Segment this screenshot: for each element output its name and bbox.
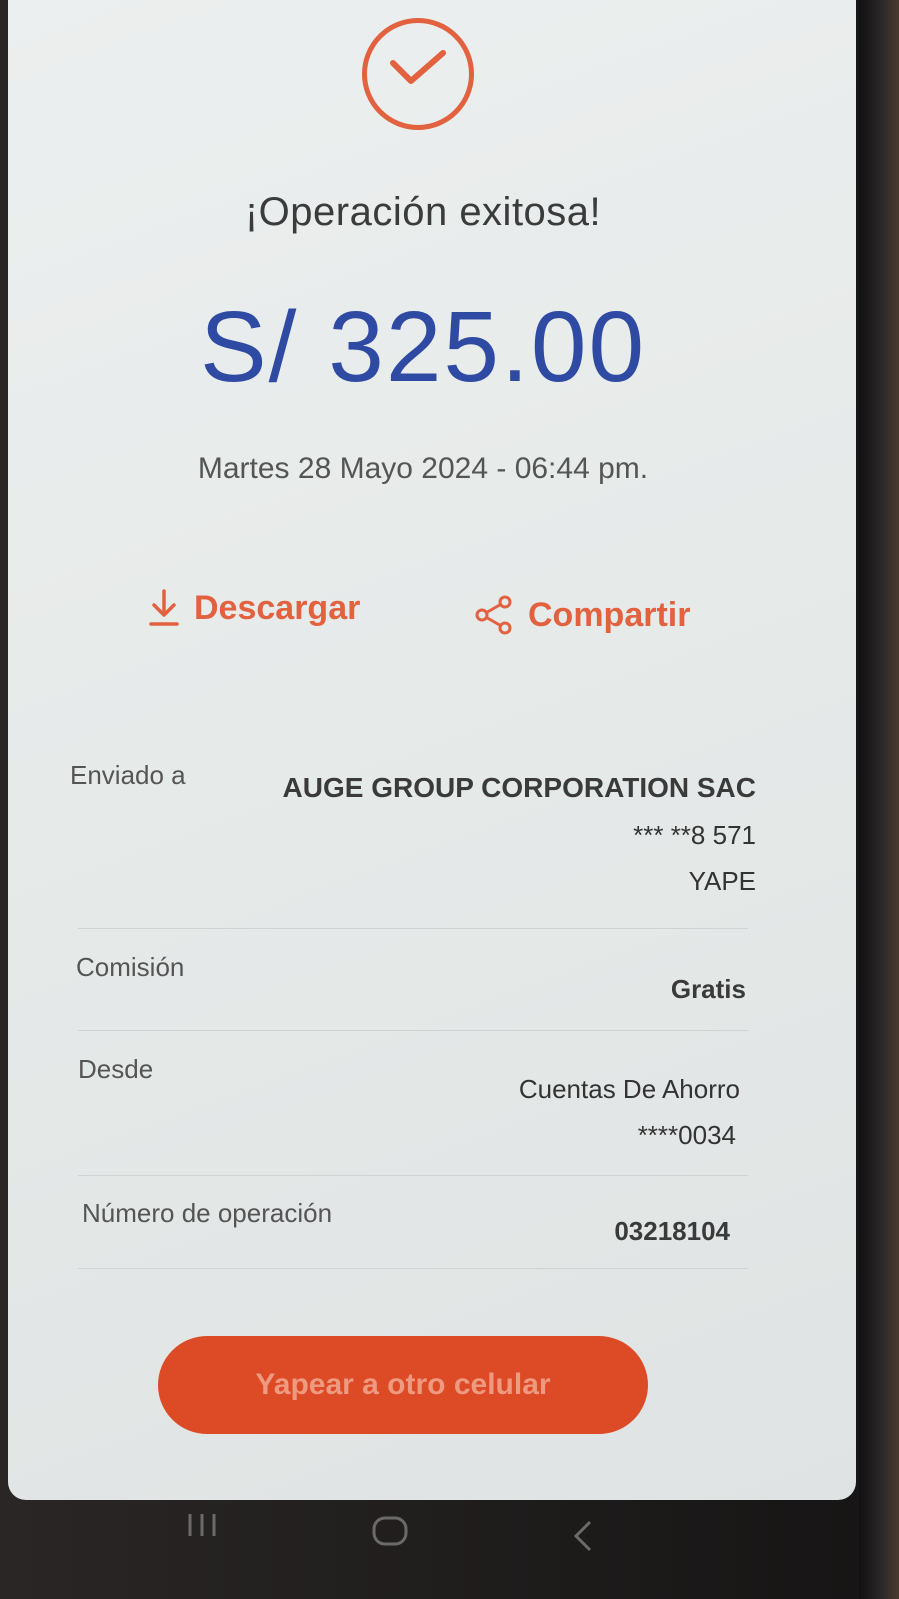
home-icon[interactable] — [370, 1514, 410, 1555]
commission-label: Comisión — [76, 952, 185, 982]
commission-value: Gratis — [670, 974, 746, 1004]
recents-icon[interactable] — [182, 1508, 222, 1549]
operation-number-label: Número de operación — [82, 1198, 333, 1228]
divider — [78, 1175, 748, 1176]
share-icon — [474, 595, 514, 635]
check-circle-icon — [362, 18, 474, 130]
divider — [78, 1030, 748, 1031]
from-label: Desde — [78, 1054, 154, 1084]
sent-to-label: Enviado a — [70, 760, 186, 790]
recipient-phone: *** **8 571 — [633, 820, 756, 850]
page-title: ¡Operación exitosa! — [244, 190, 602, 234]
download-icon — [148, 588, 180, 628]
download-label: Descargar — [194, 588, 361, 627]
share-label: Compartir — [528, 595, 691, 634]
from-account: Cuentas De Ahorro — [518, 1074, 740, 1104]
android-nav-bar — [0, 1500, 899, 1599]
back-icon[interactable] — [568, 1518, 598, 1559]
from-account-number: ****0034 — [637, 1120, 736, 1150]
yapear-again-button[interactable]: Yapear a otro celular — [158, 1336, 648, 1434]
download-button[interactable]: Descargar — [148, 588, 360, 628]
share-button[interactable]: Compartir — [474, 595, 690, 635]
recipient-name: AUGE GROUP CORPORATION SAC — [282, 772, 756, 803]
phone-bezel — [859, 0, 899, 1599]
transfer-datetime: Martes 28 Mayo 2024 - 06:44 pm. — [197, 452, 649, 485]
divider — [78, 928, 748, 929]
recipient-method: YAPE — [688, 866, 756, 896]
divider — [78, 1268, 748, 1269]
transfer-amount: S/ 325.00 — [199, 291, 647, 403]
phone-frame: ¡Operación exitosa! S/ 325.00 Martes 28 … — [0, 0, 899, 1599]
operation-number-value: 03218104 — [614, 1216, 730, 1246]
success-screen: ¡Operación exitosa! S/ 325.00 Martes 28 … — [8, 0, 856, 1500]
